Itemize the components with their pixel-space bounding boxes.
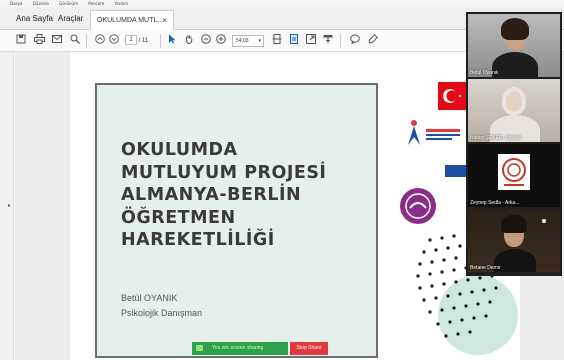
slide-title-line: HAREKETLİLİĞİ [121, 230, 275, 250]
screen-share-bar: You are screen sharing Stop Share [192, 342, 328, 355]
slide-title-line: ALMANYA-BERLİN [121, 185, 302, 205]
share-status[interactable]: You are screen sharing [192, 342, 288, 355]
chevron-down-icon: ▾ [258, 38, 261, 44]
participant-tile[interactable]: Zeynep Sedla - Arka... [468, 144, 560, 207]
select-cursor-icon[interactable] [165, 34, 179, 48]
email-icon[interactable] [50, 34, 64, 48]
save-icon[interactable] [14, 34, 28, 48]
share-status-label: You are screen sharing [212, 345, 264, 351]
page-up-icon[interactable] [93, 34, 107, 48]
participant-avatar [498, 154, 530, 190]
tab-document[interactable]: OKULUMDA MUTL... × [90, 10, 174, 30]
ministry-logo-icon [400, 115, 462, 155]
toolbar-divider [160, 34, 161, 48]
toolbar-divider [340, 34, 341, 48]
participant-tile[interactable]: Hatice ŞEKER- Ankara [468, 79, 560, 142]
full-screen-icon[interactable] [304, 34, 318, 48]
menu-bar: Dosya Düzenle Görünüm Pencere Yardım [0, 0, 564, 7]
left-panel: ▸ [0, 52, 14, 360]
fit-page-icon[interactable] [270, 34, 284, 48]
stop-share-label: Stop Share [296, 345, 322, 351]
participant-name: Betül Oyanık [470, 70, 499, 76]
lamp-light [542, 219, 546, 223]
participant-face [502, 87, 526, 115]
slide-title-line: OKULUMDA [121, 140, 238, 160]
author-name: Betül OYANIK [121, 293, 178, 303]
zoom-in-icon[interactable] [214, 34, 228, 48]
slide-title-line: MUTLUYUM PROJESİ [121, 162, 327, 183]
page-navigator: 1 / 11 [125, 35, 148, 47]
tab-home[interactable]: Ana Sayfa [16, 7, 53, 30]
page-total: / 11 [138, 38, 149, 44]
hand-tool-icon[interactable] [182, 34, 196, 48]
participant-hair [501, 18, 529, 40]
comment-icon[interactable] [348, 34, 362, 48]
toolbar-divider [86, 34, 87, 48]
stop-share-button[interactable]: Stop Share [290, 342, 328, 355]
read-mode-icon[interactable] [321, 34, 335, 48]
tab-tools[interactable]: Araçlar [58, 7, 83, 30]
eu-flag-icon [445, 165, 467, 177]
zoom-value: 54,03 [236, 38, 249, 44]
print-icon[interactable] [32, 34, 46, 48]
participant-hair [501, 215, 527, 233]
participant-name: Betane Demir [470, 265, 501, 271]
slide-title-line: ÖĞRETMEN [121, 207, 236, 228]
search-icon[interactable] [68, 34, 82, 48]
highlight-pen-icon[interactable] [366, 34, 380, 48]
menu-edit[interactable]: Düzenle [33, 1, 49, 6]
tab-document-label: OKULUMDA MUTL... [97, 17, 164, 24]
menu-view[interactable]: Görünüm [59, 1, 78, 6]
slide-author-block: Betül OYANIK Psikolojik Danışman [121, 291, 202, 321]
author-role: Psikolojik Danışman [121, 308, 203, 318]
page-down-icon[interactable] [107, 34, 121, 48]
participant-tile[interactable]: Betane Demir [468, 209, 560, 272]
screen-share-icon [196, 345, 203, 351]
participant-name: Hatice ŞEKER- Ankara [470, 135, 522, 141]
zoom-out-icon[interactable] [199, 34, 213, 48]
menu-file[interactable]: Dosya [10, 1, 22, 6]
scroll-mode-icon[interactable] [287, 34, 301, 48]
zoom-select[interactable]: 54,03 ▾ [232, 35, 264, 47]
participant-name: Zeynep Sedla - Arka... [470, 200, 520, 206]
page-number-input[interactable]: 1 [125, 35, 137, 46]
close-icon[interactable]: × [162, 11, 167, 30]
video-gallery: Betül Oyanık Hatice ŞEKER- Ankara Zeynep… [466, 12, 562, 276]
school-logo-icon [400, 188, 436, 224]
menu-help[interactable]: Yardım [115, 1, 128, 6]
turkish-flag-icon [438, 82, 468, 110]
expand-panel-icon[interactable]: ▸ [8, 202, 11, 209]
slide-card: OKULUMDA MUTLUYUM PROJESİ ALMANYA-BERLİN… [95, 83, 378, 358]
menu-window[interactable]: Pencere [88, 1, 104, 6]
slide-title: OKULUMDA MUTLUYUM PROJESİ ALMANYA-BERLİN… [121, 139, 351, 252]
participant-tile[interactable]: Betül Oyanık [468, 14, 560, 77]
